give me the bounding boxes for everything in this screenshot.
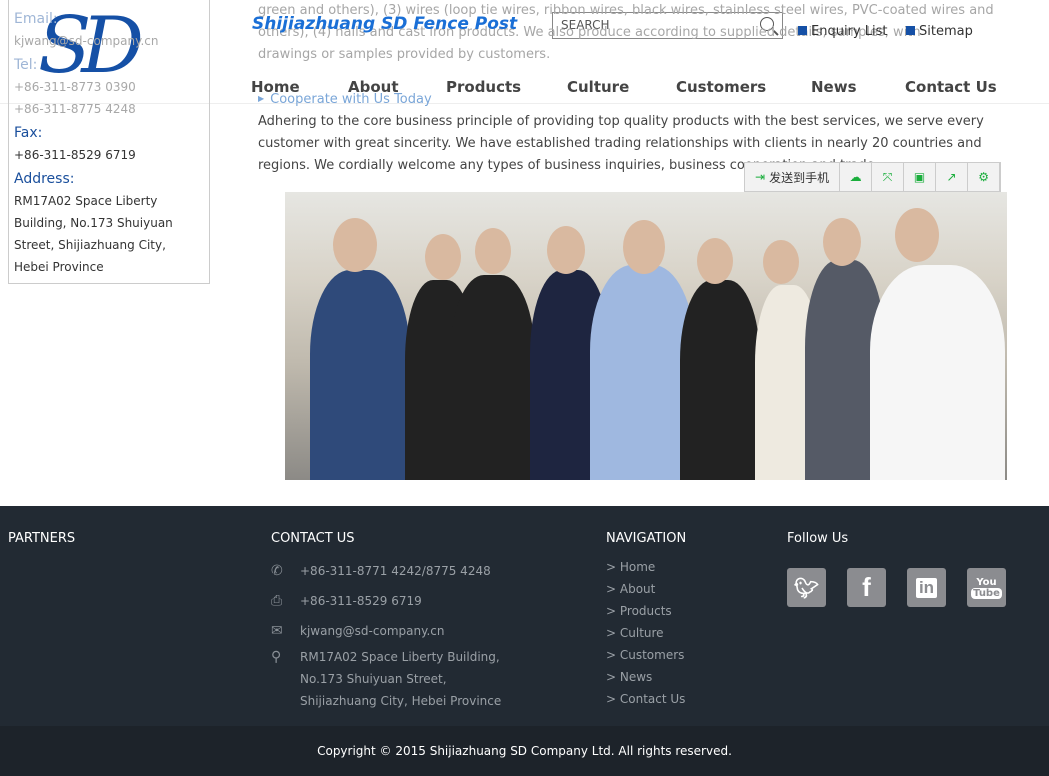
fax-label: Fax: [14, 125, 43, 141]
footer-nav-products[interactable]: > Products [606, 600, 685, 622]
email-text[interactable]: kjwang@sd-company.cn [300, 620, 445, 642]
expand-icon: ⤧ [882, 169, 893, 184]
arrow-icon [798, 26, 807, 35]
address-line: Shijiazhuang City, Hebei Province [300, 694, 502, 708]
site-title: Shijiazhuang SD Fence Post [252, 14, 518, 34]
nav-home[interactable]: Home [251, 78, 300, 96]
contact-sidebar: Email: kjwang@sd-company.cn Tel: +86-311… [8, 0, 210, 284]
fullscreen-button[interactable]: ⤧ [872, 163, 905, 191]
address-line: No.173 Shuiyuan Street, [300, 672, 447, 686]
address-label: Address: [14, 171, 75, 187]
email-value[interactable]: kjwang@sd-company.cn [14, 30, 204, 52]
nav-contact-us[interactable]: Contact Us [905, 78, 997, 96]
cloud-button[interactable]: ☁ [840, 163, 873, 191]
enquiry-label: Enquiry List [811, 24, 888, 39]
fax-value: +86-311-8529 6719 [14, 148, 136, 162]
facebook-icon[interactable]: f [847, 568, 886, 607]
nav-products[interactable]: Products [446, 78, 521, 96]
email-label: Email: [14, 11, 58, 27]
send-to-phone-button[interactable]: ⇥ 发送到手机 [745, 163, 841, 191]
printer-icon: ⎙ [271, 593, 283, 609]
phone-text: +86-311-8771 4242/8775 4248 [300, 564, 491, 578]
map-pin-icon: ⚲ [271, 649, 282, 665]
share-icon: ↗ [946, 170, 957, 184]
footer-nav-about[interactable]: > About [606, 578, 685, 600]
footer-address: ⚲ RM17A02 Space Liberty Building, No.173… [271, 646, 501, 712]
footer-nav-home[interactable]: > Home [606, 556, 685, 578]
footer-phone: ✆ +86-311-8771 4242/8775 4248 [271, 560, 491, 582]
partners-heading: PARTNERS [8, 531, 76, 546]
cloud-icon: ☁ [849, 170, 862, 184]
phone-send-icon: ⇥ [755, 170, 766, 184]
footer-nav: > Home > About > Products > Culture > Cu… [606, 556, 685, 710]
send-to-phone-label: 发送到手机 [769, 170, 830, 185]
footer-nav-culture[interactable]: > Culture [606, 622, 685, 644]
footer-nav-customers[interactable]: > Customers [606, 644, 685, 666]
footer-nav-contact-us[interactable]: > Contact Us [606, 688, 685, 710]
sitemap-link[interactable]: Sitemap [906, 24, 973, 39]
tel-label: Tel: [14, 57, 38, 73]
text-line: drawings or samples provided by customer… [258, 47, 551, 62]
nav-about[interactable]: About [348, 78, 399, 96]
youtube-icon[interactable]: You Tube [967, 568, 1006, 607]
footer: PARTNERS CONTACT US ✆ +86-311-8771 4242/8… [0, 506, 1049, 726]
address-line: RM17A02 Space Liberty Building, [300, 650, 500, 664]
envelope-icon: ✉ [271, 623, 283, 639]
footer-fax: ⎙ +86-311-8529 6719 [271, 590, 422, 612]
nav-customers[interactable]: Customers [676, 78, 766, 96]
team-photo [285, 192, 1007, 480]
phone-icon: ✆ [271, 563, 283, 579]
linkedin-icon[interactable]: in [907, 568, 946, 607]
enquiry-list-link[interactable]: Enquiry List [798, 24, 887, 39]
nav-news[interactable]: News [811, 78, 857, 96]
copyright: Copyright © 2015 Shijiazhuang SD Company… [0, 726, 1049, 776]
fax-text: +86-311-8529 6719 [300, 594, 422, 608]
tel-value: +86-311-8773 0390 [14, 80, 136, 94]
settings-button[interactable]: ⚙ [968, 163, 1001, 191]
address-value: RM17A02 Space Liberty Building, No.173 S… [14, 194, 173, 274]
save-button[interactable]: ▣ [904, 163, 937, 191]
browser-toolbar: ⇥ 发送到手机 ☁ ⤧ ▣ ↗ ⚙ [744, 162, 1002, 192]
twitter-icon[interactable]: 🐦︎ [787, 568, 826, 607]
nav-culture[interactable]: Culture [567, 78, 629, 96]
gear-icon: ⚙ [978, 170, 989, 184]
footer-nav-news[interactable]: > News [606, 666, 685, 688]
tel-value: +86-311-8775 4248 [14, 102, 136, 116]
follow-heading: Follow Us [787, 531, 849, 546]
sitemap-label: Sitemap [919, 24, 973, 39]
navigation-heading: NAVIGATION [606, 531, 687, 546]
arrow-icon [906, 26, 915, 35]
save-icon: ▣ [913, 170, 926, 184]
contact-heading: CONTACT US [271, 531, 355, 546]
share-button[interactable]: ↗ [936, 163, 969, 191]
footer-email[interactable]: ✉ kjwang@sd-company.cn [271, 620, 445, 642]
